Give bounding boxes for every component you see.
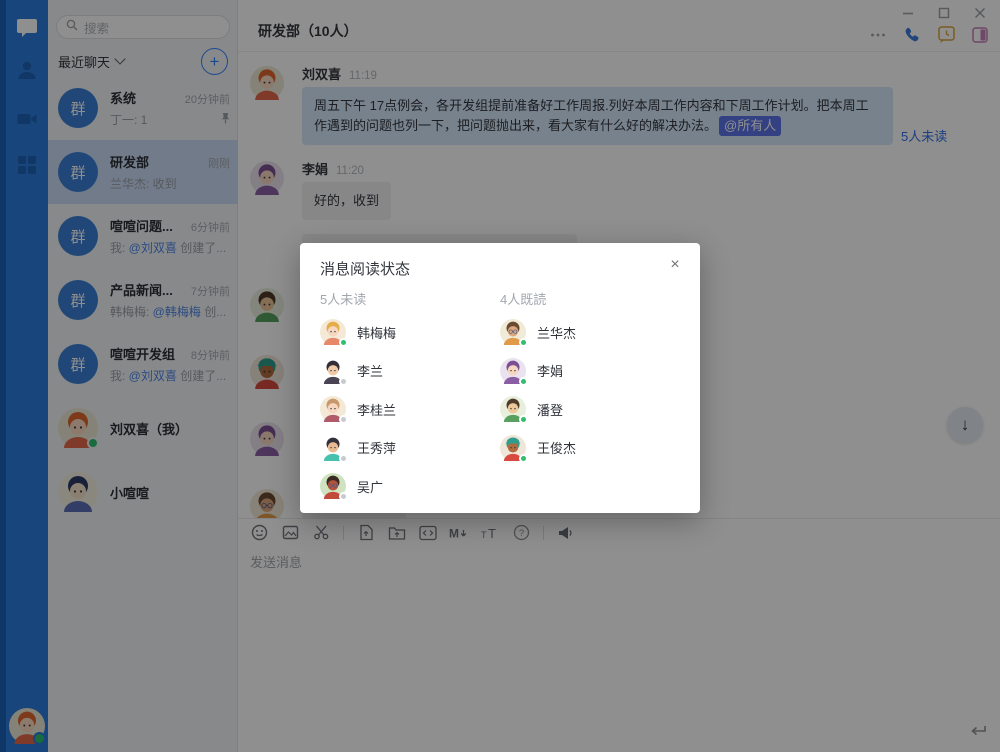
status-dot [339, 415, 348, 424]
read-column: 4人既読 兰华杰 李娟 潘登 王俊杰 [500, 289, 680, 467]
member-name: 潘登 [537, 400, 563, 419]
status-dot [519, 377, 528, 386]
member-avatar [500, 319, 526, 345]
status-dot [519, 415, 528, 424]
member-row-潘登[interactable]: 潘登 [500, 390, 680, 429]
member-avatar [500, 358, 526, 384]
member-name: 王秀萍 [357, 438, 396, 457]
member-avatar [320, 435, 346, 461]
read-count-header: 4人既読 [500, 289, 680, 313]
member-name: 兰华杰 [537, 323, 576, 342]
status-dot [339, 454, 348, 463]
status-dot [519, 338, 528, 347]
status-dot [519, 454, 528, 463]
unread-count-header: 5人未读 [320, 289, 500, 313]
member-row-王俊杰[interactable]: 王俊杰 [500, 429, 680, 468]
member-avatar [320, 358, 346, 384]
member-row-李娟[interactable]: 李娟 [500, 352, 680, 391]
app-window: 搜索 最近聊天 + 群 系统 20分钟前 丁一: 1 群 研发部 [0, 0, 1000, 752]
modal-close-button[interactable]: × [664, 254, 686, 276]
member-avatar [320, 473, 346, 499]
member-name: 吴广 [357, 477, 383, 496]
member-row-兰华杰[interactable]: 兰华杰 [500, 313, 680, 352]
member-row-王秀萍[interactable]: 王秀萍 [320, 429, 500, 468]
member-name: 李娟 [537, 361, 563, 380]
status-dot [339, 492, 348, 501]
status-dot [339, 377, 348, 386]
read-status-modal: 消息阅读状态 × 5人未读 韩梅梅 李兰 李桂兰 王秀萍 吴广 4人既読 兰华杰… [300, 243, 700, 513]
member-name: 王俊杰 [537, 438, 576, 457]
member-avatar [500, 396, 526, 422]
member-avatar [320, 396, 346, 422]
member-avatar [320, 319, 346, 345]
modal-title: 消息阅读状态 [320, 258, 410, 279]
member-row-李桂兰[interactable]: 李桂兰 [320, 390, 500, 429]
member-row-吴广[interactable]: 吴广 [320, 467, 500, 506]
member-row-韩梅梅[interactable]: 韩梅梅 [320, 313, 500, 352]
member-name: 韩梅梅 [357, 323, 396, 342]
status-dot [339, 338, 348, 347]
member-avatar [500, 435, 526, 461]
member-name: 李兰 [357, 361, 383, 380]
unread-column: 5人未读 韩梅梅 李兰 李桂兰 王秀萍 吴广 [320, 289, 500, 506]
member-row-李兰[interactable]: 李兰 [320, 352, 500, 391]
member-name: 李桂兰 [357, 400, 396, 419]
